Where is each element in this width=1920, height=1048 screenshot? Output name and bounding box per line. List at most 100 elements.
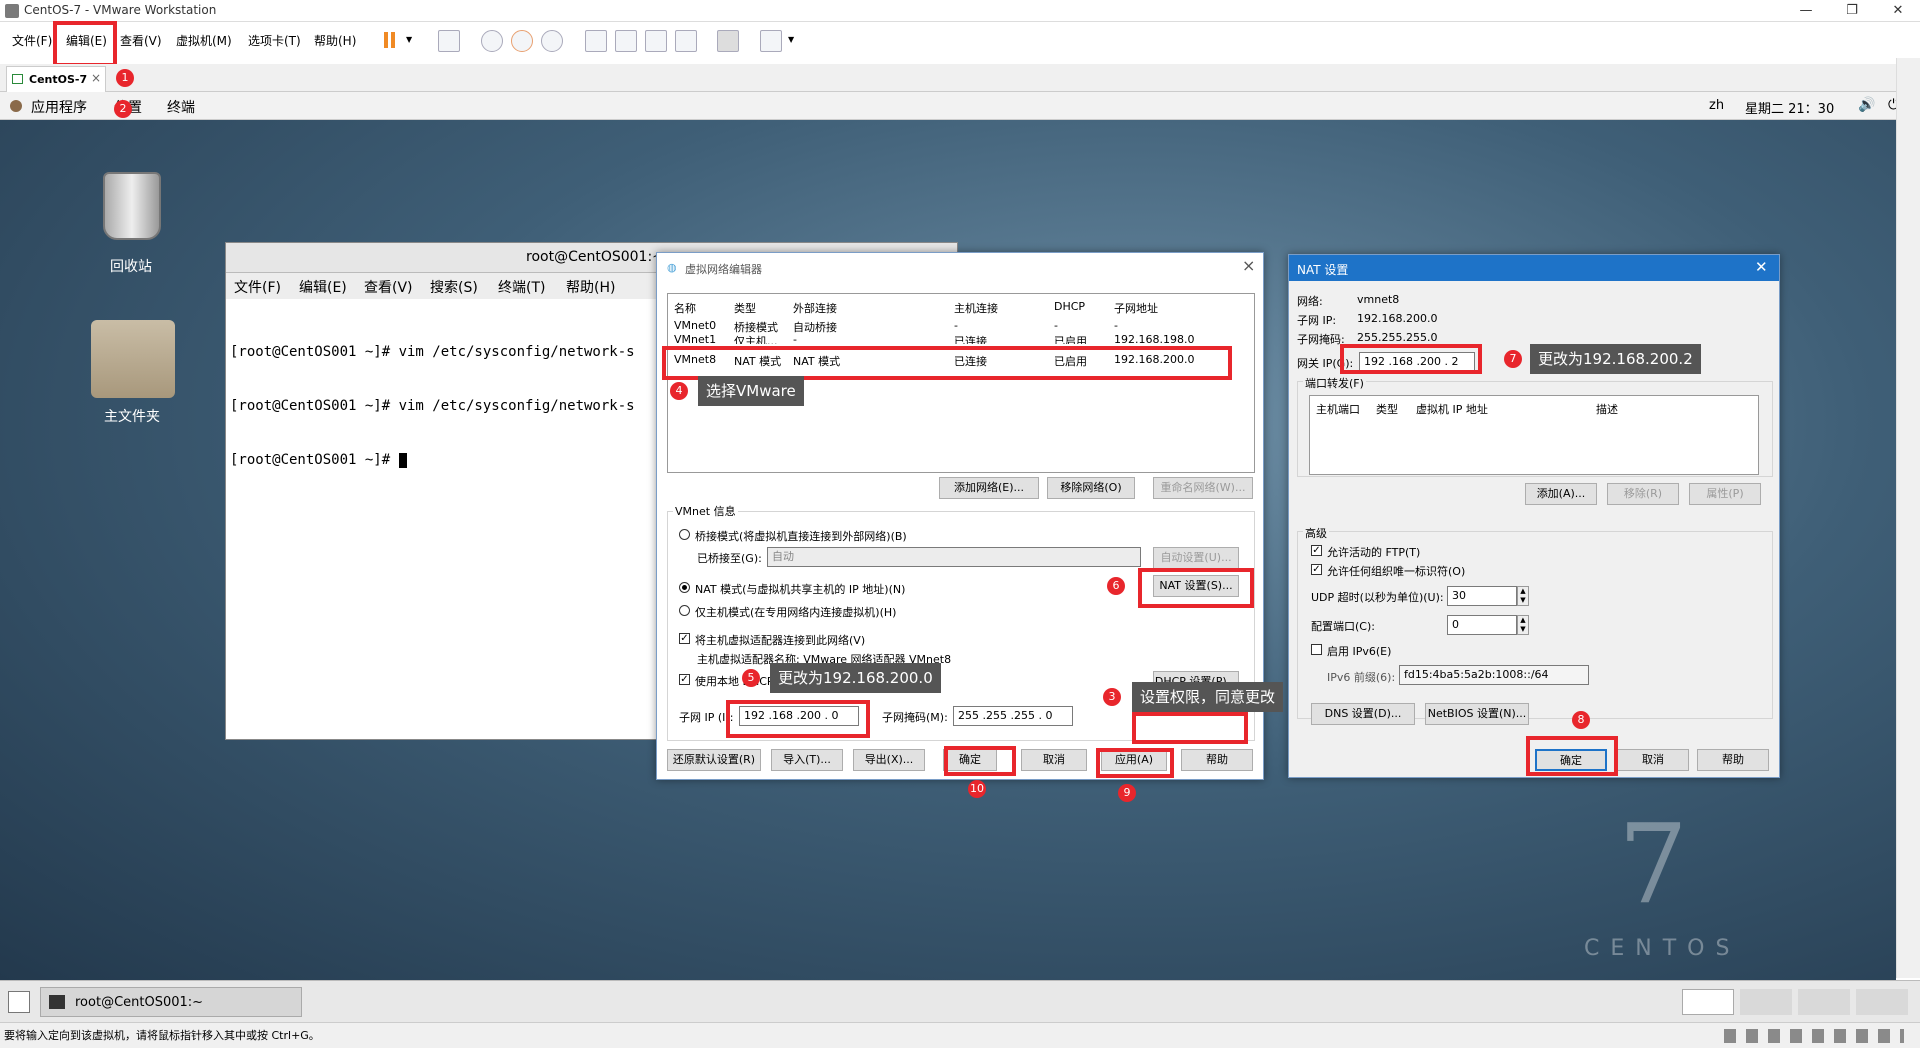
snapshot-manager-icon[interactable] [541, 30, 563, 52]
export-button[interactable]: 导出(X)... [853, 749, 925, 771]
sidebar-toggle-icon[interactable] [585, 30, 607, 52]
allow-oui-checkbox[interactable]: ✓ [1311, 564, 1322, 575]
close-button[interactable]: ✕ [1875, 0, 1920, 22]
input-method[interactable]: zh [1709, 98, 1724, 113]
gnome-apps-menu[interactable]: 应用程序 [31, 97, 87, 117]
annotation-tip-4: 选择VMware [698, 376, 804, 406]
term-menu-file[interactable]: 文件(F) [234, 277, 281, 297]
enable-ipv6-checkbox[interactable] [1311, 644, 1322, 655]
term-menu-search[interactable]: 搜索(S) [430, 277, 478, 297]
pause-icon[interactable] [384, 32, 388, 48]
connect-adapter-checkbox[interactable]: ✓ [679, 633, 690, 644]
allow-oui-label: 允许任何组织唯一标识符(O) [1327, 565, 1466, 578]
stretch-icon[interactable] [760, 30, 782, 52]
import-button[interactable]: 导入(T)... [771, 749, 843, 771]
home-folder-label: 主文件夹 [104, 409, 160, 425]
guest-taskbar: root@CentOS001:~ [0, 980, 1920, 1022]
rename-network-button[interactable]: 重命名网络(W)... [1153, 477, 1253, 499]
workspace-2[interactable] [1740, 989, 1792, 1015]
menu-file[interactable]: 文件(F) [12, 32, 52, 49]
term-menu-help[interactable]: 帮助(H) [566, 277, 615, 297]
vmnet-info-label: VMnet 信息 [673, 503, 738, 519]
thumbnail-icon[interactable] [615, 30, 637, 52]
vne-close-icon[interactable]: × [1242, 256, 1255, 275]
ipv6-prefix-field[interactable]: fd15:4ba5:5a2b:1008::/64 [1399, 665, 1589, 685]
terminal-output[interactable]: [root@CentOS001 ~]# vim /etc/sysconfig/n… [230, 307, 635, 505]
cancel-button[interactable]: 取消 [1021, 749, 1087, 771]
dns-settings-button[interactable]: DNS 设置(D)... [1311, 703, 1415, 725]
config-port-field[interactable]: 0 [1447, 615, 1517, 635]
menu-tabs[interactable]: 选项卡(T) [248, 32, 301, 49]
subnet-mask-label: 子网掩码(M): [882, 711, 948, 724]
properties-button[interactable]: 属性(P) [1689, 483, 1761, 505]
annotation-badge-7: 7 [1504, 350, 1522, 368]
vertical-scrollbar[interactable] [1896, 58, 1920, 978]
term-menu-terminal[interactable]: 终端(T) [498, 277, 545, 297]
add-port-button[interactable]: 添加(A)... [1525, 483, 1597, 505]
chevron-down-icon[interactable]: ▼ [406, 35, 412, 44]
allow-ftp-checkbox[interactable]: ✓ [1311, 545, 1322, 556]
nat-help-button[interactable]: 帮助 [1697, 749, 1769, 771]
workspace-4[interactable] [1856, 989, 1908, 1015]
fullscreen-icon[interactable] [645, 30, 667, 52]
menu-view[interactable]: 查看(V) [120, 32, 162, 49]
annotation-badge-10: 10 [968, 780, 986, 798]
restore-defaults-button[interactable]: 还原默认设置(R) [667, 749, 761, 771]
chevron-down-icon[interactable]: ▼ [788, 35, 794, 44]
cell: 已连接 [954, 335, 987, 344]
hostonly-radio[interactable] [679, 605, 690, 616]
term-menu-edit[interactable]: 编辑(E) [299, 277, 347, 297]
term-menu-view[interactable]: 查看(V) [364, 277, 413, 297]
taskbar-item-terminal[interactable]: root@CentOS001:~ [40, 987, 302, 1017]
remove-network-button[interactable]: 移除网络(O) [1047, 477, 1135, 499]
nat-cancel-button[interactable]: 取消 [1617, 749, 1689, 771]
console-icon[interactable] [717, 30, 739, 52]
tab-centos7[interactable]: CentOS-7 × [6, 66, 106, 92]
clock[interactable]: 星期二 21：30 [1745, 98, 1834, 117]
home-folder-icon[interactable] [91, 320, 175, 398]
config-port-spinner[interactable]: ▲ ▼ [1517, 615, 1529, 635]
volume-icon[interactable]: 🔊 [1858, 97, 1875, 113]
menu-help[interactable]: 帮助(H) [314, 32, 356, 49]
workspace-3[interactable] [1798, 989, 1850, 1015]
bridge-radio[interactable] [679, 529, 690, 540]
trash-icon[interactable] [103, 172, 161, 240]
hostonly-label: 仅主机模式(在专用网络内连接虚拟机)(H) [695, 606, 897, 619]
gnome-terminal-menu[interactable]: 终端 [167, 97, 195, 117]
device-icons[interactable] [1724, 1029, 1904, 1043]
nat-titlebar: NAT 设置 ✕ [1289, 255, 1779, 281]
menu-vm[interactable]: 虚拟机(M) [176, 32, 232, 49]
nat-close-icon[interactable]: ✕ [1755, 258, 1768, 276]
dhcp-checkbox[interactable]: ✓ [679, 674, 690, 685]
port-forwarding-list[interactable]: 主机端口 类型 虚拟机 IP 地址 描述 [1309, 395, 1759, 475]
col-host-port: 主机端口 [1316, 403, 1360, 416]
remove-port-button[interactable]: 移除(R) [1607, 483, 1679, 505]
revert-snapshot-icon[interactable] [511, 30, 533, 52]
workspace-1[interactable] [1682, 989, 1734, 1015]
tab-close-icon[interactable]: × [91, 71, 101, 85]
auto-settings-button[interactable]: 自动设置(U)... [1153, 547, 1239, 569]
terminal-title: root@CentOS001:~ [526, 249, 664, 265]
nat-radio[interactable] [679, 582, 690, 593]
bridged-to-select[interactable]: 自动 [767, 547, 1141, 567]
add-network-button[interactable]: 添加网络(E)... [939, 477, 1039, 499]
minimize-button[interactable]: — [1783, 0, 1829, 22]
netbios-settings-button[interactable]: NetBIOS 设置(N)... [1425, 703, 1529, 725]
help-button[interactable]: 帮助 [1181, 749, 1253, 771]
table-row[interactable]: VMnet1 仅主机... - 已连接 已启用 192.168.198.0 [668, 332, 1254, 344]
maximize-button[interactable]: ❐ [1829, 0, 1875, 22]
send-keys-icon[interactable] [438, 30, 460, 52]
annotation-box-subnet-ip [726, 700, 870, 738]
unity-icon[interactable] [675, 30, 697, 52]
udp-timeout-label: UDP 超时(以秒为单位)(U): [1311, 591, 1444, 604]
cell: VMnet1 [674, 333, 717, 344]
col-type: 类型 [734, 302, 756, 315]
udp-timeout-field[interactable]: 30 [1447, 586, 1517, 606]
subnet-mask-field[interactable]: 255 .255 .255 . 0 [953, 706, 1073, 726]
annotation-box-nat-ok [1526, 736, 1618, 776]
annotation-box-permission [1132, 712, 1248, 744]
window-title: CentOS-7 - VMware Workstation [24, 3, 217, 17]
show-desktop-icon[interactable] [8, 991, 30, 1013]
snapshot-icon[interactable] [481, 30, 503, 52]
udp-spinner[interactable]: ▲ ▼ [1517, 586, 1529, 606]
